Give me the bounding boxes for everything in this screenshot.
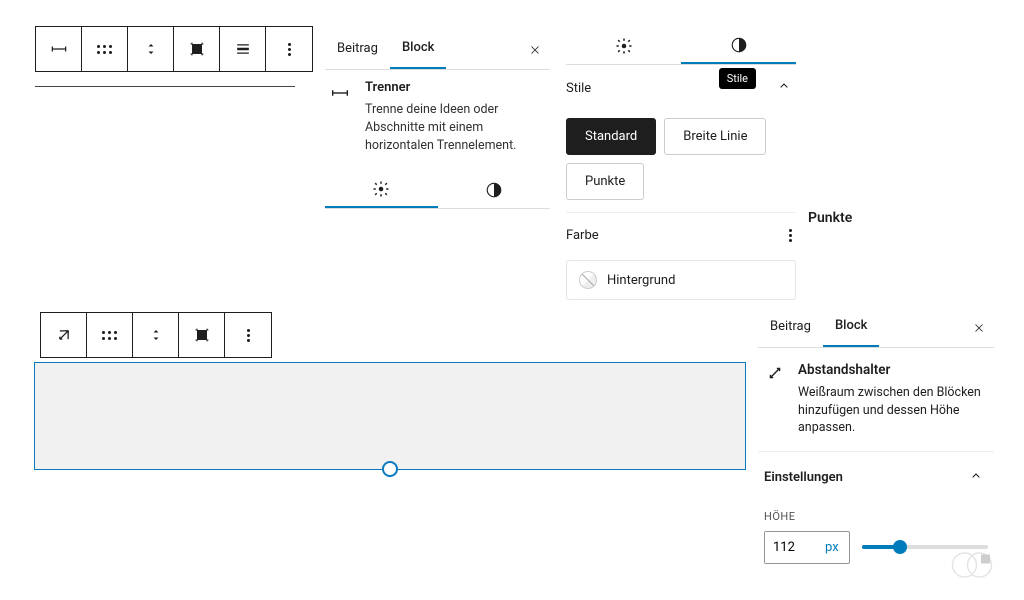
color-options-icon[interactable] xyxy=(785,225,796,246)
settings-styles-tabs-secondary xyxy=(325,172,550,209)
spacer-block-toolbar xyxy=(40,312,272,358)
punkte-floating-label: Punkte xyxy=(808,210,852,226)
move-updown-icon[interactable] xyxy=(133,313,179,357)
settings-styles-tabs xyxy=(566,28,796,65)
spacer-block-preview[interactable] xyxy=(34,362,746,470)
background-label: Hintergrund xyxy=(607,273,675,288)
height-slider[interactable] xyxy=(862,545,988,549)
more-options-button[interactable] xyxy=(266,27,312,71)
slider-knob[interactable] xyxy=(893,540,907,554)
drag-handle-icon[interactable] xyxy=(87,313,133,357)
height-unit-select[interactable]: px xyxy=(815,532,849,563)
settings-section-label: Einstellungen xyxy=(764,470,843,485)
styles-tab-icon[interactable] xyxy=(438,172,551,208)
inspector-tabs: Beitrag Block xyxy=(325,30,550,70)
separator-block-toolbar xyxy=(35,26,313,72)
separator-preview[interactable] xyxy=(35,86,295,87)
style-standard-button[interactable]: Standard xyxy=(566,118,656,155)
collapse-styles-icon[interactable] xyxy=(772,74,796,102)
more-options-button[interactable] xyxy=(225,313,271,357)
separator-icon xyxy=(329,80,351,155)
spacer-description: Weißraum zwischen den Blöcken hinzufügen… xyxy=(798,384,988,437)
settings-tab-icon[interactable] xyxy=(325,172,438,208)
spacer-inspector: Beitrag Block Abstandshalter Weißraum zw… xyxy=(758,308,994,570)
justify-button[interactable] xyxy=(220,27,266,71)
settings-tab-icon[interactable] xyxy=(566,28,681,64)
tab-block[interactable]: Block xyxy=(823,308,879,347)
color-panel-label: Farbe xyxy=(566,228,599,243)
height-label: HÖHE xyxy=(764,510,988,523)
close-inspector-button[interactable] xyxy=(520,35,550,65)
height-input[interactable] xyxy=(765,532,815,563)
styles-tooltip: Stile xyxy=(719,68,756,89)
block-type-separator-icon[interactable] xyxy=(36,27,82,71)
resize-handle[interactable] xyxy=(382,461,398,477)
watermark-logo xyxy=(948,550,996,580)
tab-beitrag[interactable]: Beitrag xyxy=(758,309,823,346)
styles-panel: Stile Stile Standard Breite Linie Punkte xyxy=(566,74,796,200)
align-button[interactable] xyxy=(174,27,220,71)
background-color-button[interactable]: Hintergrund xyxy=(566,260,796,300)
style-wide-button[interactable]: Breite Linie xyxy=(664,118,766,155)
style-dots-button[interactable]: Punkte xyxy=(566,163,644,200)
block-type-spacer-icon[interactable] xyxy=(41,313,87,357)
spacer-title: Abstandshalter xyxy=(798,362,988,378)
block-description: Trenne deine Ideen oder Abschnitte mit e… xyxy=(365,101,549,155)
move-updown-icon[interactable] xyxy=(128,27,174,71)
height-input-group: px xyxy=(764,531,850,564)
color-swatch-icon xyxy=(579,271,597,289)
align-button[interactable] xyxy=(179,313,225,357)
close-inspector-button[interactable] xyxy=(964,313,994,343)
block-info-trenner: Trenner Trenne deine Ideen oder Abschnit… xyxy=(329,80,549,155)
color-panel: Farbe Hintergrund xyxy=(566,212,796,300)
tab-beitrag[interactable]: Beitrag xyxy=(325,31,390,68)
drag-handle-icon[interactable] xyxy=(82,27,128,71)
styles-tab-icon[interactable] xyxy=(681,28,796,64)
styles-panel-label: Stile xyxy=(566,81,591,96)
tab-block[interactable]: Block xyxy=(390,30,446,69)
collapse-settings-icon[interactable] xyxy=(964,464,988,492)
block-title: Trenner xyxy=(365,80,549,95)
spacer-icon xyxy=(764,362,786,437)
